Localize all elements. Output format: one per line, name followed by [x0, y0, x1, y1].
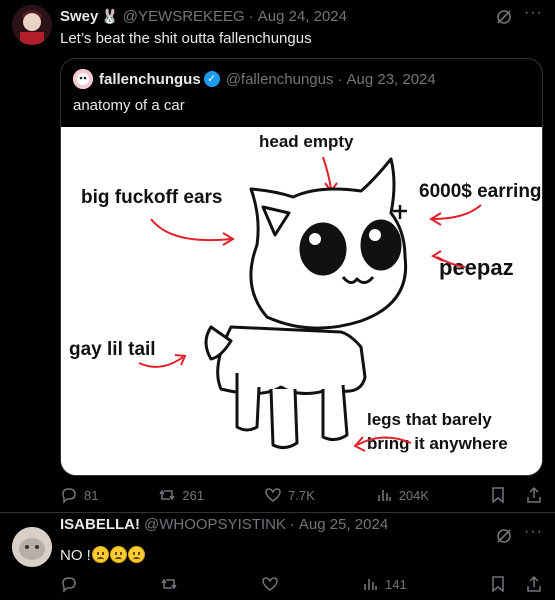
verified-badge-icon: ✓ [203, 71, 220, 87]
display-name[interactable]: ISABELLA! [60, 516, 140, 533]
tweet-header: Swey 🐰 @YEWSREKEEG · Aug 24, 2024 [60, 8, 347, 25]
reply-icon [62, 488, 76, 504]
repost-icon [159, 489, 176, 501]
avatar-fallenchungus [73, 69, 93, 89]
heart-icon [265, 488, 281, 502]
reply-button[interactable] [60, 575, 78, 593]
label-earring: 6000$ earring [419, 181, 542, 202]
share-icon [527, 575, 541, 592]
views-button[interactable]: 141 [361, 575, 407, 593]
views-icon [377, 490, 391, 501]
label-ears: big fuckoff ears [81, 187, 222, 208]
label-peepaz: peepaz [439, 255, 514, 280]
repost-button[interactable]: 261 [158, 486, 204, 504]
repost-icon [161, 578, 177, 590]
share-icon [527, 486, 541, 503]
grok-icon[interactable] [495, 8, 513, 29]
like-count: 7.7K [288, 487, 315, 503]
like-button[interactable]: 7.7K [264, 486, 315, 504]
tweet-text: NO ! [60, 547, 91, 564]
avatar-swey[interactable] [12, 5, 52, 45]
label-head-empty: head empty [259, 132, 354, 151]
frown-emoji-icon [109, 546, 127, 563]
tweet-text: Let’s beat the shit outta fallenchungus [60, 30, 312, 47]
quoted-tweet-date: Aug 23, 2024 [346, 70, 436, 88]
views-count: 204K [398, 487, 430, 503]
quoted-user-handle: @fallenchungus [225, 70, 334, 88]
views-icon [364, 579, 377, 590]
avatar-isabella-image [12, 527, 52, 567]
like-button[interactable] [261, 575, 279, 593]
separator-dot: · [248, 8, 254, 25]
quoted-tweet-text: anatomy of a car [73, 97, 185, 114]
separator-dot: · [337, 70, 343, 88]
frown-emoji-icon [91, 546, 109, 563]
tweet-actions: 81 261 7.7K 204K [60, 486, 543, 504]
separator-dot: · [289, 516, 295, 533]
more-options-icon[interactable]: ··· [524, 523, 543, 541]
quoted-display-name: fallenchungus [99, 70, 201, 88]
avatar-swey-image [12, 5, 52, 45]
views-count: 141 [384, 576, 407, 592]
user-handle[interactable]: @WHOOPSYISTINK [144, 516, 286, 533]
avatar-isabella[interactable] [12, 527, 52, 567]
display-name[interactable]: Swey [60, 8, 98, 25]
share-button[interactable] [525, 486, 543, 504]
reply-button[interactable]: 81 [60, 486, 98, 504]
tweet-text-container: NO ! [60, 546, 145, 564]
bookmark-button[interactable] [489, 486, 507, 504]
tweet-date[interactable]: Aug 25, 2024 [299, 516, 388, 533]
bookmark-button[interactable] [489, 575, 507, 593]
repost-count: 261 [182, 487, 205, 503]
tweet-date[interactable]: Aug 24, 2024 [258, 8, 347, 25]
bookmark-icon [492, 487, 504, 504]
share-button[interactable] [525, 575, 543, 593]
tweet-actions: 141 [60, 575, 543, 593]
more-options-icon[interactable]: ··· [524, 4, 543, 22]
user-handle[interactable]: @YEWSREKEEG [123, 8, 245, 25]
quoted-tweet-header: fallenchungus ✓ @fallenchungus · Aug 23,… [73, 69, 436, 89]
rabbit-icon: 🐰 [101, 8, 119, 24]
label-legs-line1: legs that barely [367, 410, 492, 429]
grok-icon[interactable] [495, 527, 513, 548]
reply-count: 81 [84, 487, 99, 503]
reply-icon [62, 577, 76, 593]
views-button[interactable]: 204K [375, 486, 429, 504]
quoted-tweet-image[interactable]: head empty big fuckoff ears 6000$ earrin… [61, 127, 542, 475]
bookmark-icon [492, 576, 504, 593]
tweet-swey[interactable]: Swey 🐰 @YEWSREKEEG · Aug 24, 2024 ··· Le… [0, 0, 555, 512]
heart-icon [261, 577, 278, 591]
repost-button[interactable] [160, 575, 178, 593]
label-tail: gay lil tail [69, 339, 156, 360]
quoted-tweet[interactable]: fallenchungus ✓ @fallenchungus · Aug 23,… [60, 58, 543, 476]
frown-emoji-icon [127, 546, 145, 563]
tweet-header: ISABELLA! @WHOOPSYISTINK · Aug 25, 2024 [60, 516, 388, 533]
